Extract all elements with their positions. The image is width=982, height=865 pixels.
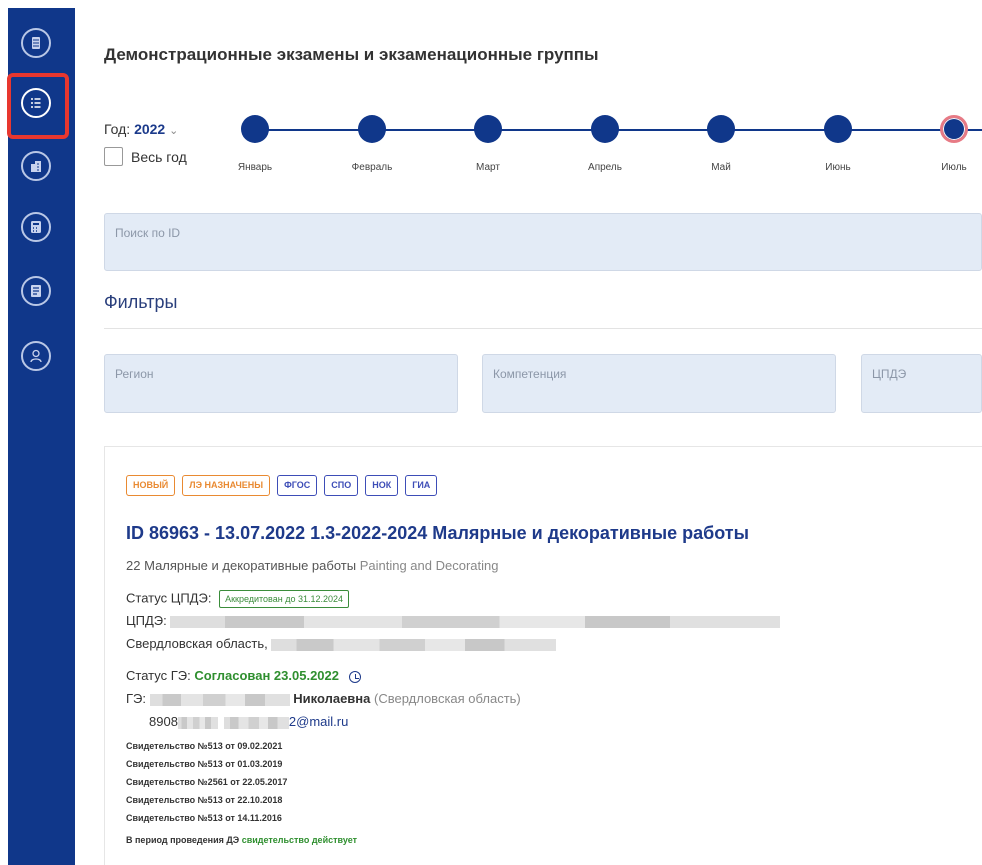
period-note: В период проведения ДЭ свидетельство дей… xyxy=(126,835,357,845)
region-select[interactable]: Регион xyxy=(104,354,458,413)
redacted-text xyxy=(170,615,781,628)
cpde-name-line: ЦПДЭ: xyxy=(126,613,781,628)
sidebar-item-reports[interactable] xyxy=(21,276,51,306)
sidebar-item-centers[interactable] xyxy=(21,151,51,181)
month-dot-1[interactable] xyxy=(241,115,269,143)
divider xyxy=(104,328,982,329)
tag-badge: НОК xyxy=(365,475,399,496)
month-dot-6[interactable] xyxy=(824,115,852,143)
redacted-text xyxy=(149,693,290,706)
cpde-status-line: Статус ЦПДЭ: Аккредитован до 31.12.2024 xyxy=(126,590,350,608)
document-icon xyxy=(32,37,40,49)
tag-badge: НОВЫЙ xyxy=(126,475,176,496)
tag-badge: СПО xyxy=(324,475,359,496)
calculator-icon xyxy=(31,221,41,233)
month-dot-4[interactable] xyxy=(591,115,619,143)
certificate-item: Свидетельство №2561 от 22.05.2017 xyxy=(126,777,288,787)
checkbox[interactable] xyxy=(104,147,123,166)
ge-contacts-line: 8908 2@mail.ru xyxy=(149,714,349,729)
tag-badge: ГИА xyxy=(405,475,438,496)
month-label[interactable]: Март xyxy=(476,162,500,173)
month-label[interactable]: Апрель xyxy=(588,162,622,173)
clipboard-icon xyxy=(31,285,41,297)
month-label[interactable]: Февраль xyxy=(352,162,393,173)
filters-title: Фильтры xyxy=(104,292,178,312)
redacted-text xyxy=(177,716,218,729)
tag-list: НОВЫЙ ЛЭ НАЗНАЧЕНЫ ФГОС СПО НОК ГИА xyxy=(126,475,438,496)
month-dot-3[interactable] xyxy=(474,115,502,143)
chevron-down-icon: ⌄ xyxy=(169,125,179,137)
month-label[interactable]: Июнь xyxy=(825,162,850,173)
year-value: 2022 xyxy=(134,121,166,137)
active-item-highlight xyxy=(7,73,69,139)
main-content: Демонстрационные экзамены и экзаменацион… xyxy=(75,0,982,865)
building-icon xyxy=(31,161,41,172)
redacted-text xyxy=(271,638,557,651)
tag-badge: ЛЭ НАЗНАЧЕНЫ xyxy=(182,475,271,496)
sidebar-item-documents[interactable] xyxy=(21,28,51,58)
all-year-checkbox[interactable]: Весь год xyxy=(104,147,187,166)
month-label[interactable]: Июль xyxy=(941,162,967,173)
ge-status-line: Статус ГЭ: Согласован 23.05.2022 xyxy=(126,668,361,683)
exam-title[interactable]: ID 86963 - 13.07.2022 1.3-2022-2024 Маля… xyxy=(126,523,749,544)
month-dot-5[interactable] xyxy=(707,115,735,143)
certificate-item: Свидетельство №513 от 14.11.2016 xyxy=(126,813,282,823)
status-badge: Аккредитован до 31.12.2024 xyxy=(219,590,350,608)
tag-badge: ФГОС xyxy=(277,475,318,496)
month-dot-7[interactable] xyxy=(940,115,968,143)
sidebar-item-calculator[interactable] xyxy=(21,212,51,242)
sidebar-item-profile[interactable] xyxy=(21,341,51,371)
competence-line: 22 Малярные и декоративные работы Painti… xyxy=(126,558,499,573)
redacted-text xyxy=(223,716,289,729)
certificate-item: Свидетельство №513 от 22.10.2018 xyxy=(126,795,283,805)
region-line: Свердловская область, xyxy=(126,636,557,651)
sidebar xyxy=(7,8,75,865)
clock-icon[interactable] xyxy=(348,670,361,683)
competence-select[interactable]: Компетенция xyxy=(482,354,836,413)
page-title: Демонстрационные экзамены и экзаменацион… xyxy=(104,45,599,64)
month-label[interactable]: Май xyxy=(711,162,731,173)
certificate-item: Свидетельство №513 от 09.02.2021 xyxy=(126,741,283,751)
ge-name-line: ГЭ: Николаевна (Свердловская область) xyxy=(126,691,521,706)
exam-card: НОВЫЙ ЛЭ НАЗНАЧЕНЫ ФГОС СПО НОК ГИА ID 86963 … xyxy=(104,446,982,865)
month-dot-2[interactable] xyxy=(358,115,386,143)
year-selector[interactable]: Год: 2022 ⌄ xyxy=(104,121,178,137)
certificate-item: Свидетельство №513 от 01.03.2019 xyxy=(126,759,283,769)
search-input[interactable]: Поиск по ID xyxy=(104,213,982,271)
month-label[interactable]: Январь xyxy=(238,162,272,173)
cpde-select[interactable]: ЦПДЭ xyxy=(861,354,982,413)
user-icon xyxy=(30,349,42,363)
